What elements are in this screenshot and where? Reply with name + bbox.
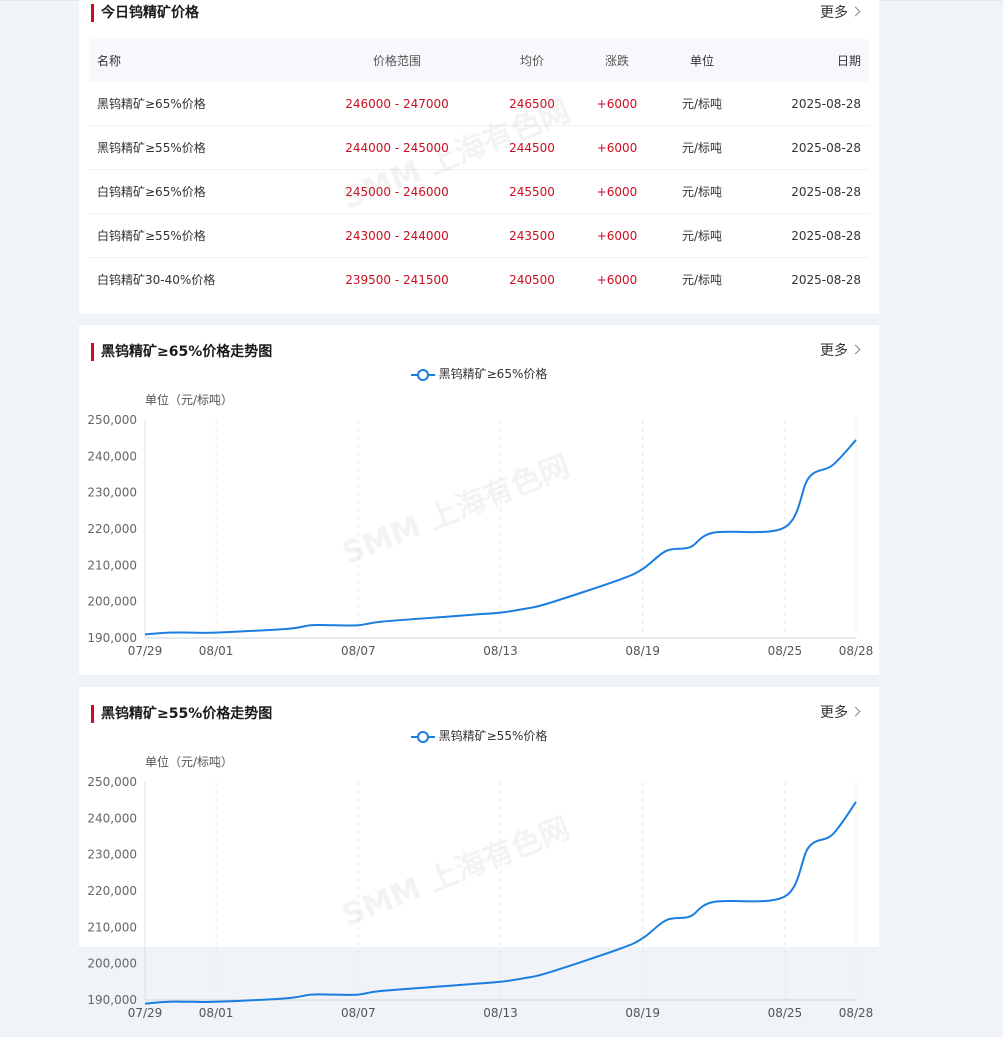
- table-header-row: 名称 价格范围 均价 涨跌 单位 日期: [89, 39, 869, 82]
- row-date: 2025-08-28: [737, 169, 869, 214]
- table-row[interactable]: 白钨精矿≥65%价格 245000 - 246000 245500 +6000 …: [89, 169, 869, 214]
- table-row[interactable]: 白钨精矿≥55%价格 243000 - 244000 243500 +6000 …: [89, 213, 869, 258]
- x-tick-label: 08/25: [768, 644, 803, 658]
- x-tick-label: 08/01: [199, 1006, 234, 1020]
- x-tick-label: 07/29: [128, 1006, 163, 1020]
- price-card: 今日钨精矿价格 更多 名称 价格范围 均价 涨跌 单位 日期 黑钨精矿≥65%价…: [79, 0, 879, 314]
- y-tick-label: 190,000: [87, 993, 137, 1007]
- y-tick-label: 200,000: [87, 957, 137, 971]
- header-range: 价格范围: [297, 39, 497, 82]
- table-row[interactable]: 黑钨精矿≥55%价格 244000 - 245000 244500 +6000 …: [89, 125, 869, 170]
- price-table: 名称 价格范围 均价 涨跌 单位 日期 黑钨精矿≥65%价格 246000 - …: [89, 39, 869, 301]
- header-name: 名称: [89, 39, 297, 82]
- row-unit: 元/标吨: [667, 169, 737, 214]
- y-tick-label: 230,000: [87, 848, 137, 862]
- y-tick-label: 230,000: [87, 486, 137, 500]
- table-row[interactable]: 白钨精矿30-40%价格 239500 - 241500 240500 +600…: [89, 258, 869, 302]
- row-name: 白钨精矿≥65%价格: [89, 169, 297, 214]
- header-change: 涨跌: [567, 39, 667, 82]
- y-tick-label: 210,000: [87, 920, 137, 934]
- row-date: 2025-08-28: [737, 82, 869, 126]
- row-unit: 元/标吨: [667, 213, 737, 258]
- header-avg: 均价: [497, 39, 567, 82]
- row-change: +6000: [567, 82, 667, 126]
- x-tick-label: 08/28: [839, 644, 874, 658]
- row-avg: 246500: [497, 82, 567, 126]
- row-change: +6000: [567, 125, 667, 170]
- row-range: 239500 - 241500: [345, 272, 449, 287]
- chart-card-65: 黑钨精矿≥65%价格走势图 更多 黑钨精矿≥65%价格 单位（元/标吨） 190…: [79, 325, 879, 675]
- x-tick-label: 08/01: [199, 644, 234, 658]
- header-unit: 单位: [667, 39, 737, 82]
- x-tick-label: 08/07: [341, 1006, 376, 1020]
- row-range: 243000 - 244000: [297, 213, 497, 258]
- x-tick-label: 08/28: [839, 1006, 874, 1020]
- line-chart: 190,000 200,000 210,000 220,000 230,000 240,0…: [87, 775, 874, 1020]
- x-tick-label: 08/25: [768, 1006, 803, 1020]
- x-tick-label: 08/13: [483, 1006, 518, 1020]
- more-label: 更多: [820, 5, 848, 21]
- row-name: 白钨精矿30-40%价格: [97, 273, 216, 287]
- y-tick-label: 220,000: [87, 884, 137, 898]
- y-tick-label: 250,000: [87, 775, 137, 789]
- y-tick-label: 190,000: [87, 631, 137, 645]
- row-range: 245000 - 246000: [297, 169, 497, 214]
- price-more-link[interactable]: 更多: [820, 4, 861, 22]
- row-avg: 240500: [509, 272, 555, 287]
- y-tick-label: 250,000: [87, 413, 137, 427]
- x-tick-label: 08/19: [625, 1006, 660, 1020]
- row-avg: 245500: [497, 169, 567, 214]
- row-range: 246000 - 247000: [297, 82, 497, 126]
- y-tick-label: 240,000: [87, 811, 137, 825]
- row-change: +6000: [567, 169, 667, 214]
- chevron-right-icon: [850, 6, 861, 17]
- x-tick-label: 08/19: [625, 644, 660, 658]
- row-change: +6000: [596, 272, 638, 287]
- x-tick-label: 07/29: [128, 644, 163, 658]
- price-card-title: 今日钨精矿价格: [91, 4, 199, 22]
- header-date: 日期: [737, 39, 869, 82]
- row-date: 2025-08-28: [791, 272, 861, 287]
- table-row[interactable]: 黑钨精矿≥65%价格 246000 - 247000 246500 +6000 …: [89, 82, 869, 126]
- row-range: 244000 - 245000: [297, 125, 497, 170]
- x-tick-label: 08/07: [341, 644, 376, 658]
- row-change: +6000: [567, 213, 667, 258]
- row-name: 白钨精矿≥55%价格: [89, 213, 297, 258]
- price-card-header: 今日钨精矿价格 更多: [79, 0, 879, 30]
- chart-card-55: 黑钨精矿≥55%价格走势图 更多 黑钨精矿≥55%价格 单位（元/标吨） 190…: [79, 687, 879, 1020]
- row-unit: 元/标吨: [667, 82, 737, 126]
- line-chart: 190,000 200,000 210,000 220,000 230,000 240,0…: [87, 413, 874, 658]
- row-name: 黑钨精矿≥65%价格: [89, 82, 297, 126]
- row-date: 2025-08-28: [737, 213, 869, 258]
- row-unit: 元/标吨: [667, 125, 737, 170]
- y-tick-label: 200,000: [87, 595, 137, 609]
- row-date: 2025-08-28: [737, 125, 869, 170]
- y-tick-label: 240,000: [87, 449, 137, 463]
- row-unit: 元/标吨: [681, 273, 723, 287]
- y-tick-label: 210,000: [87, 558, 137, 572]
- row-name: 黑钨精矿≥55%价格: [89, 125, 297, 170]
- row-avg: 244500: [497, 125, 567, 170]
- row-avg: 243500: [497, 213, 567, 258]
- x-tick-label: 08/13: [483, 644, 518, 658]
- y-tick-label: 220,000: [87, 522, 137, 536]
